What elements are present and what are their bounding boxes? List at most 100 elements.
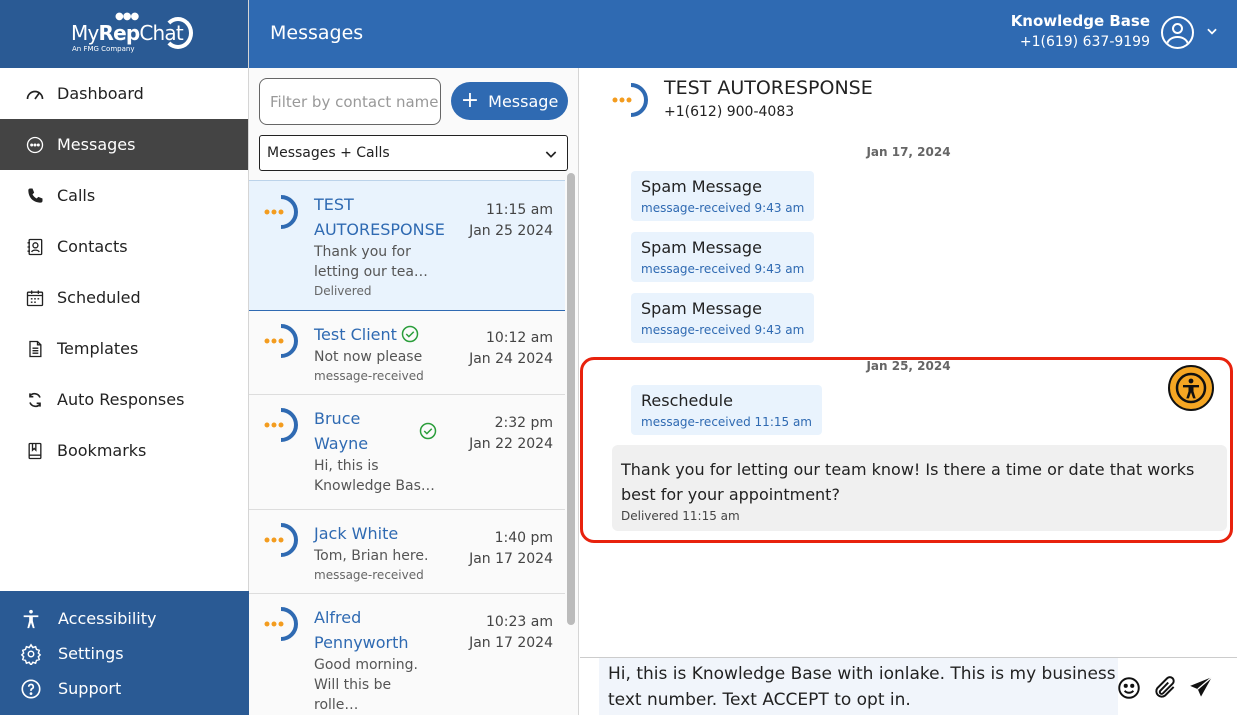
contact-logo-icon — [264, 324, 298, 358]
incoming-message[interactable]: Reschedule message-received 11:15 am — [631, 385, 822, 435]
nav-item-support[interactable]: Support — [0, 671, 249, 706]
accessibility-widget-button[interactable] — [1168, 365, 1214, 411]
account-name: Knowledge Base — [1010, 12, 1150, 30]
message-meta: message-received 9:43 am — [641, 323, 805, 337]
new-message-label: Message — [488, 91, 559, 111]
message-type-value: Messages + Calls — [267, 145, 390, 161]
conversation-list: TEST AUTORESPONSE Thank you for letting … — [249, 180, 565, 715]
nav-label: Dashboard — [57, 84, 144, 103]
brand-header: ●●● MyRepChat An FMG Company — [0, 0, 248, 68]
nav-item-bookmarks[interactable]: Bookmarks — [0, 425, 248, 476]
incoming-message[interactable]: Spam Message message-received 9:43 am — [631, 293, 815, 343]
contact-logo-icon — [264, 195, 298, 229]
nav-label: Accessibility — [58, 609, 157, 628]
conversation-preview: Hi, this is Knowledge Bas… — [314, 458, 435, 494]
message-text: Reschedule — [641, 391, 733, 410]
gear-icon — [20, 643, 42, 665]
help-icon — [20, 678, 42, 700]
nav-label: Bookmarks — [57, 441, 147, 460]
calendar-icon — [24, 287, 46, 309]
nav-label: Calls — [57, 186, 96, 205]
composer: Hi, this is Knowledge Base with ionlake.… — [580, 657, 1237, 715]
verified-check-icon — [401, 325, 419, 343]
nav-label: Contacts — [57, 237, 128, 256]
conversation-item[interactable]: Alfred Pennyworth Good morning. Will thi… — [249, 594, 565, 715]
conversation-item[interactable]: Jack White Tom, Brian here. message-rece… — [249, 510, 565, 594]
thread-contact-phone: +1(612) 900-4083 — [664, 104, 795, 120]
conversation-item[interactable]: Test Client Not now please message-recei… — [249, 311, 565, 395]
conversation-preview: Thank you for letting our tea… — [314, 244, 428, 280]
chevron-down-icon — [545, 151, 557, 158]
nav-label: Templates — [57, 339, 139, 358]
thread-contact-name: TEST AUTORESPONSE — [664, 77, 873, 99]
plus-icon: + — [460, 88, 480, 113]
nav-item-scheduled[interactable]: Scheduled — [0, 272, 248, 323]
new-message-button[interactable]: + Message — [451, 82, 568, 120]
conversation-timestamp: 1:40 pm Jan 17 2024 — [469, 530, 553, 567]
conversation-name: Bruce Wayne — [314, 409, 369, 453]
nav-label: Messages — [57, 135, 136, 154]
conversation-timestamp: 2:32 pm Jan 22 2024 — [469, 415, 553, 452]
gauge-icon — [24, 83, 46, 105]
contact-book-icon — [24, 236, 46, 258]
nav-item-contacts[interactable]: Contacts — [0, 221, 248, 272]
nav-item-dashboard[interactable]: Dashboard — [0, 68, 248, 119]
conversation-list-pane: + Message Messages + Calls TEST AUTORESPO… — [249, 68, 579, 715]
nav-item-accessibility[interactable]: Accessibility — [0, 601, 249, 636]
nav-item-calls[interactable]: Calls — [0, 170, 248, 221]
nav-label: Auto Responses — [57, 390, 185, 409]
date-separator: Jan 17, 2024 — [866, 145, 951, 159]
nav-item-settings[interactable]: Settings — [0, 636, 249, 671]
conversation-status: Delivered — [314, 284, 372, 298]
conversation-preview: Good morning. Will this be rolle… — [314, 657, 419, 713]
top-bar: Messages Knowledge Base +1(619) 637-9199 — [249, 0, 1237, 68]
conversation-timestamp: 10:12 am Jan 24 2024 — [469, 330, 553, 367]
accessibility-icon — [20, 608, 42, 630]
conversation-name: TEST AUTORESPONSE — [314, 195, 445, 239]
contact-logo-icon — [612, 83, 648, 117]
message-type-select[interactable]: Messages + Calls — [259, 135, 568, 171]
outgoing-message[interactable]: Thank you for letting our team know! Is … — [612, 445, 1227, 531]
sidebar-footer: Accessibility Settings Support — [0, 591, 249, 715]
bookmark-icon — [24, 440, 46, 462]
emoji-icon[interactable] — [1116, 675, 1142, 701]
main-nav: Dashboard Messages Calls Contacts Schedu… — [0, 68, 248, 476]
nav-label: Scheduled — [57, 288, 141, 307]
page-title: Messages — [270, 22, 364, 44]
document-icon — [24, 338, 46, 360]
incoming-message[interactable]: Spam Message message-received 9:43 am — [631, 171, 815, 221]
message-text: Thank you for letting our team know! Is … — [621, 460, 1195, 504]
nav-item-auto-responses[interactable]: Auto Responses — [0, 374, 248, 425]
conversation-name: Jack White — [314, 524, 399, 543]
message-meta: message-received 9:43 am — [641, 262, 805, 276]
avatar[interactable] — [1161, 16, 1194, 49]
phone-icon — [24, 185, 46, 207]
verified-check-icon — [419, 422, 437, 440]
chevron-down-icon[interactable] — [1205, 24, 1219, 38]
message-thread: TEST AUTORESPONSE +1(612) 900-4083 Jan 1… — [580, 68, 1237, 715]
conversation-item[interactable]: TEST AUTORESPONSE Thank you for letting … — [249, 181, 565, 311]
message-input[interactable]: Hi, this is Knowledge Base with ionlake.… — [599, 658, 1118, 715]
accessibility-icon — [1175, 372, 1207, 404]
conversation-name: Alfred Pennyworth — [314, 608, 409, 652]
nav-item-templates[interactable]: Templates — [0, 323, 248, 374]
incoming-message[interactable]: Spam Message message-received 9:43 am — [631, 232, 815, 282]
paperclip-icon[interactable] — [1152, 675, 1178, 701]
message-meta: message-received 11:15 am — [641, 415, 812, 429]
conversation-preview: Tom, Brian here. — [314, 548, 429, 564]
conversation-item[interactable]: Bruce Wayne Hi, this is Knowledge Bas… 2… — [249, 395, 565, 510]
conversation-name: Test Client — [314, 322, 439, 347]
brand-logo[interactable]: ●●● MyRepChat An FMG Company — [59, 9, 193, 59]
nav-label: Support — [58, 679, 122, 698]
contact-logo-icon — [264, 607, 298, 641]
filter-contact-input[interactable] — [259, 78, 441, 125]
message-meta: message-received 9:43 am — [641, 201, 805, 215]
send-icon[interactable] — [1188, 675, 1214, 701]
message-meta: Delivered 11:15 am — [621, 509, 740, 523]
brand-tagline: An FMG Company — [72, 45, 135, 53]
account-info[interactable]: Knowledge Base +1(619) 637-9199 — [1011, 12, 1150, 50]
list-scrollbar[interactable] — [567, 173, 575, 625]
message-text: Spam Message — [641, 299, 762, 318]
nav-label: Settings — [58, 644, 124, 663]
nav-item-messages[interactable]: Messages — [0, 119, 248, 170]
